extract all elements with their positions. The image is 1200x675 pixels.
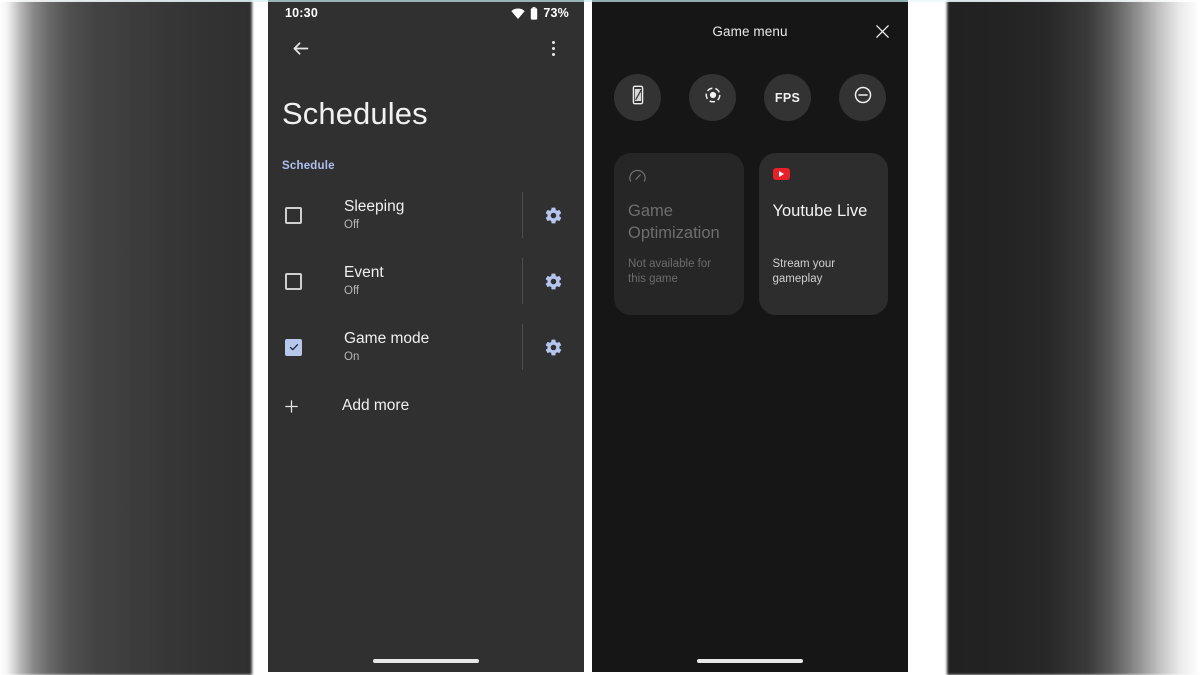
add-more-label: Add more [342, 397, 410, 414]
settings-gear-icon[interactable] [523, 338, 584, 357]
phone-screenshot-icon [627, 84, 649, 111]
status-bar: 10:30 73% [268, 0, 584, 26]
checkbox-unchecked-icon [285, 206, 302, 224]
settings-gear-icon[interactable] [523, 206, 584, 225]
card-subtitle: Stream your gameplay [772, 258, 836, 285]
schedule-name: Sleeping [344, 198, 405, 215]
schedules-list: Sleeping Off Event Off Game mode On Add … [268, 182, 584, 432]
schedule-text-event: Event Off [325, 263, 522, 299]
schedule-name: Event [344, 264, 384, 281]
back-arrow-icon[interactable] [285, 33, 315, 63]
youtube-icon [772, 168, 875, 190]
quick-action-screenshot[interactable] [614, 74, 661, 121]
schedule-state: On [344, 351, 360, 363]
schedule-checkbox-sleeping[interactable] [282, 206, 325, 224]
wifi-icon [511, 7, 526, 19]
schedule-state: Off [344, 285, 360, 297]
add-more-button[interactable]: Add more [268, 380, 584, 432]
game-menu-cards: Game Optimization Not available for this… [592, 121, 908, 315]
quick-actions-row: FPS [592, 62, 908, 121]
card-game-optimization[interactable]: Game Optimization Not available for this… [614, 153, 744, 315]
schedule-checkbox-event[interactable] [282, 272, 325, 290]
page-title: Schedules [282, 96, 428, 131]
schedule-text-game-mode: Game mode On [325, 329, 522, 365]
right-phone-screen: Game menu FPS Game Optimization Not avai… [592, 0, 908, 672]
quick-action-do-not-disturb[interactable] [839, 74, 886, 121]
youtube-badge [772, 168, 790, 180]
card-youtube-live[interactable]: Youtube Live Stream your gameplay [758, 153, 888, 315]
quick-action-fps[interactable]: FPS [764, 74, 811, 121]
fps-label: FPS [774, 90, 801, 105]
more-vertical-icon[interactable] [538, 33, 568, 63]
app-bar [268, 26, 584, 70]
schedule-row-game-mode[interactable]: Game mode On [268, 314, 584, 380]
do-not-disturb-icon [852, 84, 874, 111]
battery-icon [530, 6, 538, 20]
overflow-dots [551, 40, 555, 56]
game-menu-title: Game menu [712, 23, 788, 39]
settings-gear-icon[interactable] [523, 272, 584, 291]
section-header-schedule: Schedule [282, 160, 335, 172]
close-icon[interactable] [868, 17, 896, 45]
checkbox-unchecked-icon [285, 272, 302, 290]
schedule-name: Game mode [344, 330, 430, 347]
quick-action-screen-record[interactable] [689, 74, 736, 121]
card-title: Youtube Live [772, 202, 868, 220]
backdrop-right-gradient [947, 0, 1200, 675]
home-indicator [697, 659, 803, 663]
status-bar-time: 10:30 [285, 6, 318, 20]
plus-icon [282, 398, 323, 415]
speedometer-icon [628, 168, 730, 190]
game-menu-header: Game menu [592, 0, 908, 62]
backdrop-left-gradient [0, 0, 252, 675]
card-subtitle: Not available for this game [628, 258, 712, 285]
home-indicator [373, 659, 479, 663]
schedule-checkbox-game-mode[interactable] [282, 338, 325, 356]
schedule-state: Off [344, 219, 360, 231]
left-phone-screen: 10:30 73% Schedules Schedule Sleeping Of… [268, 0, 584, 672]
card-title: Game Optimization [628, 202, 720, 242]
schedule-row-event[interactable]: Event Off [268, 248, 584, 314]
status-bar-indicators: 73% [511, 6, 569, 20]
schedule-row-sleeping[interactable]: Sleeping Off [268, 182, 584, 248]
record-icon [702, 84, 724, 111]
checkbox-checked-icon [285, 338, 302, 356]
schedule-text-sleeping: Sleeping Off [325, 197, 522, 233]
battery-percentage: 73% [543, 6, 569, 20]
